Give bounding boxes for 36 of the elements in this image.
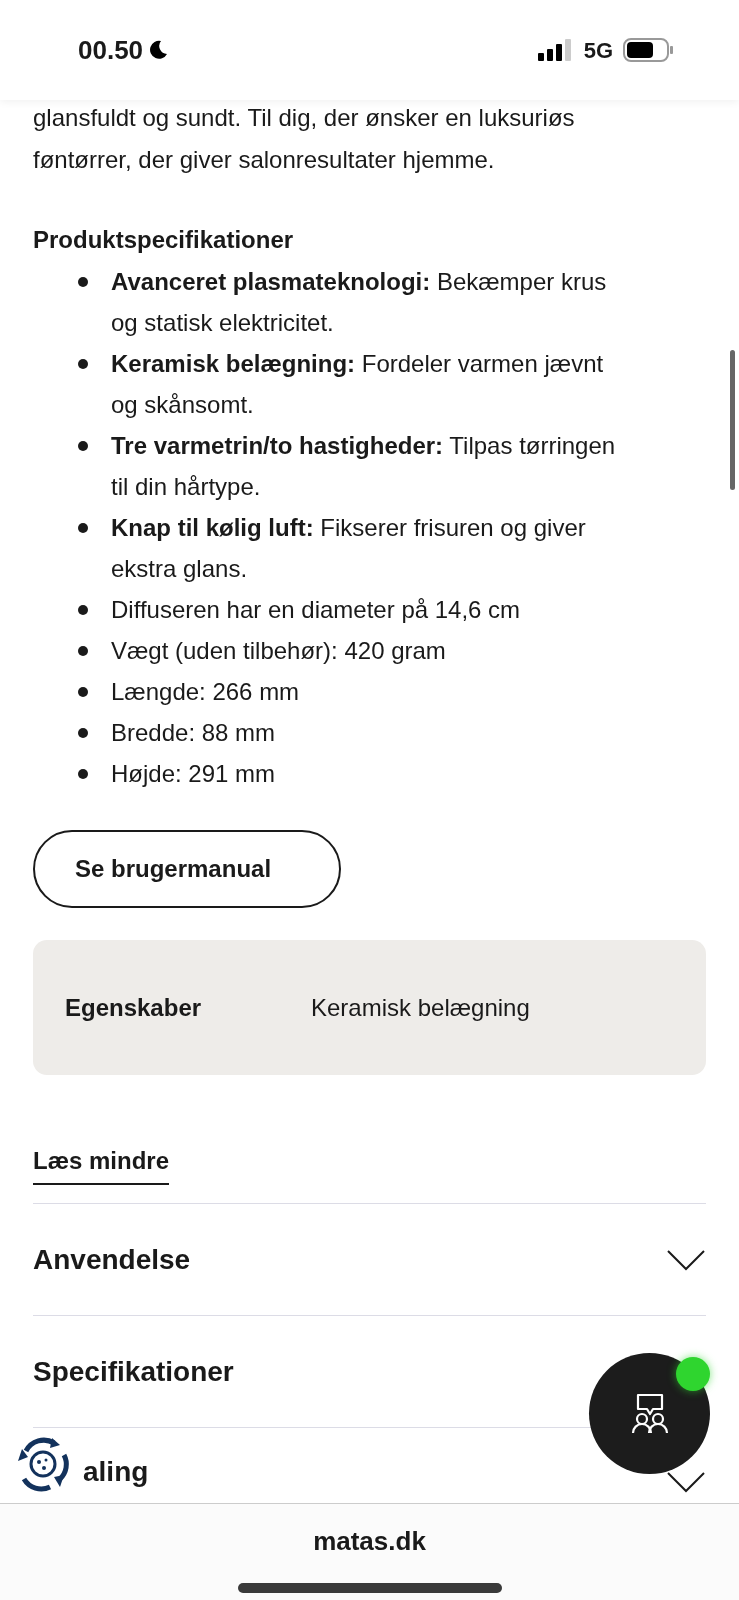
- read-less-link[interactable]: Læs mindre: [33, 1143, 170, 1185]
- bullet-icon: [78, 687, 88, 697]
- bullet-icon: [78, 769, 88, 779]
- spec-item: Keramisk belægning: Fordeler varmen jævnt og skånsomt.: [111, 349, 605, 420]
- property-value: Keramisk belægning: [311, 992, 530, 1023]
- signal-icon: [537, 39, 574, 61]
- spec-item: Tre varmetrin/to hastigheder: Tilpas tørringen til din hårtype.: [111, 431, 616, 502]
- manual-button[interactable]: Se brugermanual: [33, 830, 341, 908]
- spec-item: Vægt (uden tilbehør): 420 gram: [111, 636, 447, 666]
- bullet-icon: [78, 277, 88, 287]
- bullet-icon: [78, 359, 88, 369]
- spec-item: Knap til kølig luft: Fikserer frisuren og giver ekstra glans.: [111, 513, 587, 584]
- network-label: 5G: [583, 36, 613, 65]
- bullet-icon: [78, 441, 88, 451]
- chevron-icon: [666, 1471, 706, 1493]
- battery-icon: [623, 38, 675, 62]
- spec-item: Bredde: 88 mm: [111, 718, 277, 748]
- bullet-icon: [78, 523, 88, 533]
- bullet-icon: [78, 646, 88, 656]
- accordion-title[interactable]: Anvendelse: [33, 1238, 191, 1281]
- chevron-icon: [666, 1248, 706, 1271]
- address-url[interactable]: matas.dk: [313, 1522, 426, 1561]
- description-text: glansfuldt og sundt. Til dig, der ønsker en luksuriøs føntørrer, der giver salonresultater hjemme.: [33, 103, 576, 175]
- spec-item: Diffuseren har en diameter på 14,6 cm: [111, 595, 522, 625]
- moon-icon: [147, 39, 170, 61]
- chat-people-icon: [629, 1392, 670, 1435]
- spec-item: Højde: 291 mm: [111, 759, 277, 789]
- property-label: Egenskaber: [65, 992, 203, 1023]
- status-time: 00.50: [78, 33, 144, 67]
- spec-item: Avanceret plasmateknologi: Bekæmper krus og statisk elektricitet.: [111, 267, 608, 338]
- spec-item: Længde: 266 mm: [111, 677, 301, 707]
- bullet-icon: [78, 605, 88, 615]
- spec-heading: Produktspecifikationer: [33, 225, 295, 255]
- bullet-icon: [78, 728, 88, 738]
- accordion-title[interactable]: Specifikationer: [33, 1350, 234, 1393]
- accordion-title[interactable]: aling: [83, 1451, 149, 1493]
